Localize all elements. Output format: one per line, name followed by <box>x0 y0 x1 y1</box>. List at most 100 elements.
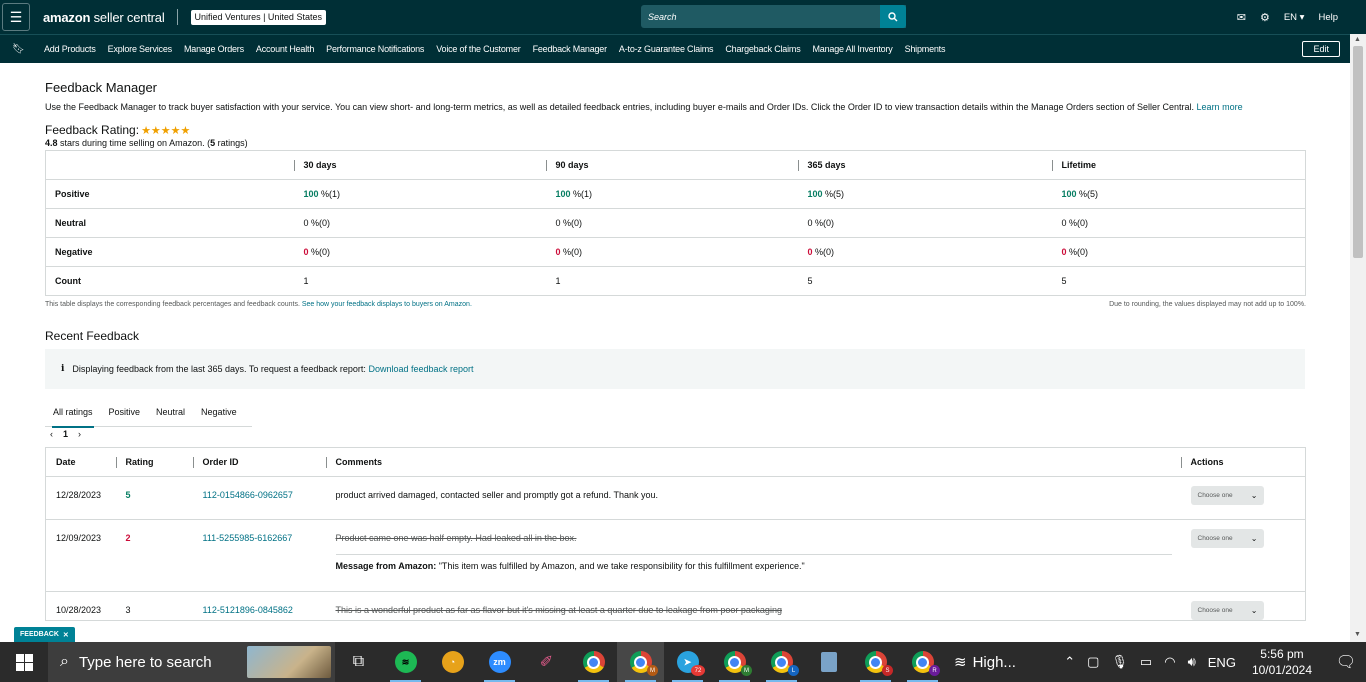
buyer-display-link[interactable]: See how your feedback displays to buyers… <box>302 301 472 308</box>
battery-icon[interactable]: ▭ <box>1140 654 1152 670</box>
windows-start-icon[interactable] <box>0 642 48 682</box>
tab-negative[interactable]: Negative <box>193 398 245 427</box>
scroll-thumb[interactable] <box>1353 46 1363 258</box>
telegram-icon[interactable]: ➤ 72 <box>664 642 711 682</box>
microphone-icon[interactable]: 🎙︎ <box>1111 654 1128 670</box>
nav-bar: 🔖︎ Add Products Explore Services Manage … <box>0 34 1366 63</box>
notification-icon[interactable]: 🗨︎ <box>1326 652 1366 672</box>
logo-divider <box>176 9 178 25</box>
metrics-notes: This table displays the corresponding fe… <box>45 301 1306 308</box>
mail-icon[interactable]: ✉ <box>1237 11 1246 24</box>
next-page-icon[interactable]: › <box>78 429 81 439</box>
metrics-col-30: 30 days <box>293 151 546 180</box>
main-content: Feedback Manager Use the Feedback Manage… <box>45 63 1307 621</box>
page-description: Use the Feedback Manager to track buyer … <box>45 102 1243 112</box>
col-rating: Rating <box>115 448 193 477</box>
nav-items: Add Products Explore Services Manage Ord… <box>44 44 945 54</box>
chevron-down-icon: ⌄ <box>1250 606 1258 615</box>
page-number[interactable]: 1 <box>63 429 68 439</box>
tab-all-ratings[interactable]: All ratings <box>45 398 101 428</box>
feedback-widget-button[interactable]: FEEDBACK ✕ <box>14 627 75 642</box>
taskbar-search-box[interactable]: ⌕ Type here to search <box>48 642 335 682</box>
menu-hamburger-icon[interactable]: ☰ <box>2 3 30 31</box>
nav-item-shipments[interactable]: Shipments <box>905 44 946 54</box>
scroll-down-icon[interactable]: ▼ <box>1354 631 1361 638</box>
search-button[interactable] <box>880 5 906 28</box>
meet-icon[interactable]: ▢ <box>1087 654 1099 670</box>
order-id-link[interactable]: 112-0154866-0962657 <box>192 476 326 520</box>
order-id-link[interactable]: 112-5121896-0845862 <box>192 591 326 621</box>
character-app-icon[interactable]: ◔ <box>429 642 476 682</box>
clock[interactable]: 5:56 pm 10/01/2024 <box>1252 646 1312 678</box>
pagination: ‹ 1 › <box>50 429 1307 439</box>
search-input[interactable] <box>641 11 879 22</box>
volume-icon[interactable]: 🔊︎ <box>1188 654 1196 670</box>
prev-page-icon[interactable]: ‹ <box>50 429 53 439</box>
col-date: Date <box>56 457 76 467</box>
page-title: Feedback Manager <box>45 80 158 95</box>
language-indicator[interactable]: ENG <box>1208 655 1236 670</box>
wind-icon: ≋ <box>954 654 967 671</box>
nav-item-account-health[interactable]: Account Health <box>256 44 314 54</box>
language-selector[interactable]: EN ▾ <box>1284 12 1305 23</box>
seller-central-logo[interactable]: amazon seller central <box>43 10 165 25</box>
chrome-icon[interactable]: L <box>758 642 805 682</box>
learn-more-link[interactable]: Learn more <box>1197 102 1243 112</box>
nav-item-manage-orders[interactable]: Manage Orders <box>184 44 244 54</box>
gear-icon[interactable]: ⚙ <box>1260 11 1270 24</box>
tab-neutral[interactable]: Neutral <box>148 398 193 427</box>
calculator-icon[interactable] <box>805 642 852 682</box>
weather-widget[interactable]: ≋ High... <box>954 653 1016 672</box>
order-id-link[interactable]: 111-5255985-6162667 <box>192 519 326 592</box>
bookmark-icon[interactable]: 🔖︎ <box>12 44 25 55</box>
nav-item-explore-services[interactable]: Explore Services <box>108 44 173 54</box>
spotify-icon[interactable]: ≋ <box>382 642 429 682</box>
wifi-icon[interactable]: ◠ <box>1164 654 1175 670</box>
chevron-down-icon: ⌄ <box>1250 491 1258 500</box>
account-switcher[interactable]: Unified Ventures | United States <box>190 9 326 25</box>
task-view-icon[interactable]: ⧉ <box>335 642 382 682</box>
star-rating-icon: ★★★★★ <box>141 124 191 137</box>
chrome-profile-icon[interactable]: R <box>899 642 946 682</box>
nav-item-voice-of-the-customer[interactable]: Voice of the Customer <box>436 44 521 54</box>
help-link[interactable]: Help <box>1318 12 1338 23</box>
action-dropdown[interactable]: Choose one ⌄ <box>1190 601 1264 620</box>
close-icon[interactable]: ✕ <box>63 631 69 639</box>
metrics-table: 30 days 90 days 365 days Lifetime Positi… <box>45 150 1306 296</box>
tab-positive[interactable]: Positive <box>101 398 149 427</box>
nav-item-chargeback-claims[interactable]: Chargeback Claims <box>725 44 800 54</box>
nav-item-add-products[interactable]: Add Products <box>44 44 96 54</box>
page-scrollbar[interactable]: ▲ ▼ <box>1350 34 1366 642</box>
search-icon: ⌕ <box>60 653 69 670</box>
chrome-icon[interactable] <box>570 642 617 682</box>
metrics-row-count: Count 1 1 5 5 <box>45 266 1306 296</box>
header-tools: ✉ ⚙ EN ▾ Help <box>1237 0 1338 34</box>
action-dropdown[interactable]: Choose one ⌄ <box>1190 486 1264 505</box>
zoom-icon[interactable]: zm <box>476 642 523 682</box>
chrome-profile-icon[interactable]: S <box>852 642 899 682</box>
feedback-table: Date Rating Order ID Comments Actions 12… <box>45 447 1306 621</box>
system-tray: ⌃ ▢ 🎙︎ ▭ ◠ 🔊︎ ENG 5:56 pm 10/01/2024 🗨︎ <box>1064 642 1366 682</box>
chrome-profile-icon[interactable]: M <box>617 642 664 682</box>
metrics-note-right: Due to rounding, the values displayed ma… <box>1109 301 1306 308</box>
metrics-row-positive: Positive 100 %(1) 100 %(1) 100 %(5) 100 … <box>45 179 1306 209</box>
chrome-profile-icon[interactable]: M <box>711 642 758 682</box>
nav-item-manage-all-inventory[interactable]: Manage All Inventory <box>813 44 893 54</box>
paint-app-icon[interactable]: ✐ <box>523 642 570 682</box>
feedback-header-row: Date Rating Order ID Comments Actions <box>46 448 1306 477</box>
scroll-up-icon[interactable]: ▲ <box>1354 36 1361 43</box>
metrics-row-neutral: Neutral 0 %(0) 0 %(0) 0 %(0) 0 %(0) <box>45 208 1306 238</box>
search-icon <box>888 11 898 21</box>
amazon-message: Message from Amazon: "This item was fulf… <box>335 554 1172 571</box>
action-dropdown[interactable]: Choose one ⌄ <box>1190 529 1264 548</box>
recent-feedback-heading: Recent Feedback <box>45 329 140 343</box>
edit-nav-button[interactable]: Edit <box>1302 41 1340 57</box>
download-report-link[interactable]: Download feedback report <box>368 364 473 374</box>
chevron-up-icon[interactable]: ⌃ <box>1064 654 1075 670</box>
nav-item-a-to-z-claims[interactable]: A-to-z Guarantee Claims <box>619 44 714 54</box>
nav-item-feedback-manager[interactable]: Feedback Manager <box>533 44 608 54</box>
col-comments: Comments <box>325 448 1181 477</box>
top-header: ☰ amazon seller central Unified Ventures… <box>0 0 1366 34</box>
nav-item-performance-notifications[interactable]: Performance Notifications <box>326 44 424 54</box>
search-highlight-image <box>247 646 331 678</box>
